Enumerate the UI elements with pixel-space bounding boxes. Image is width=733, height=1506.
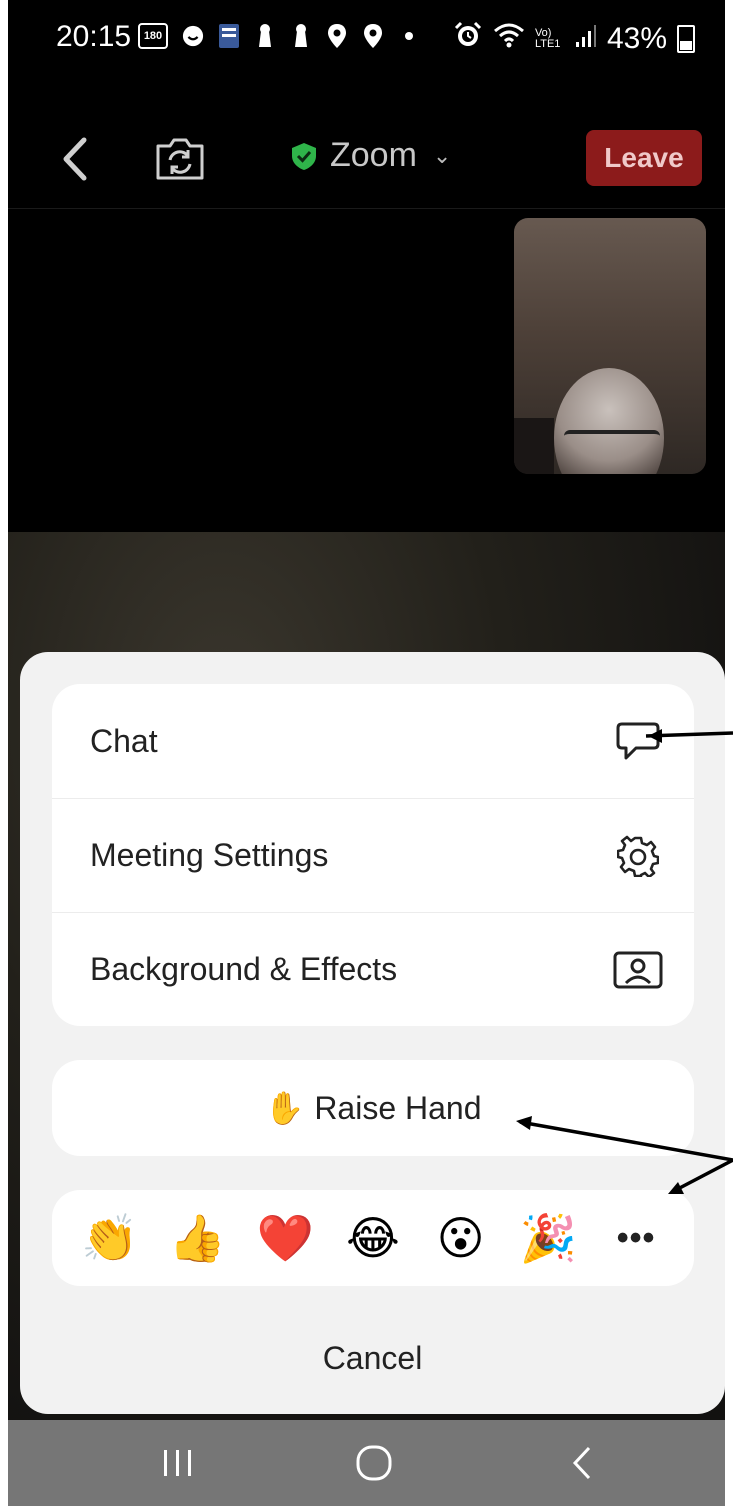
badge-180-icon: 180	[138, 23, 168, 49]
menu-card: Chat Meeting Settings Background & Effec…	[52, 684, 694, 1026]
menu-item-chat[interactable]: Chat	[52, 684, 694, 798]
leave-button[interactable]: Leave	[586, 130, 702, 186]
top-bar-divider	[8, 208, 725, 209]
meeting-top-bar: Zoom ⌄ Leave	[8, 120, 725, 210]
app-notification-icon	[218, 22, 240, 50]
chevron-left-icon	[63, 137, 87, 181]
recent-apps-icon	[164, 1450, 191, 1476]
chat-bubble-icon	[612, 715, 664, 767]
battery-icon	[677, 25, 695, 53]
menu-item-background-effects[interactable]: Background & Effects	[52, 912, 694, 1026]
thumbs-up-icon[interactable]: 👍	[167, 1215, 229, 1261]
wifi-icon	[493, 21, 525, 57]
menu-item-label: Meeting Settings	[90, 837, 329, 873]
meeting-title: Zoom	[330, 136, 417, 174]
home-button[interactable]	[344, 1438, 404, 1488]
shield-check-icon	[292, 142, 316, 170]
back-button[interactable]	[56, 134, 96, 184]
tears-of-joy-icon[interactable]: 😂	[342, 1215, 404, 1261]
notification-icons: 180	[138, 22, 420, 50]
chevron-down-icon: ⌄	[432, 142, 452, 168]
system-nav-bar	[8, 1420, 725, 1506]
portrait-frame-icon	[612, 944, 664, 996]
more-options-sheet: Chat Meeting Settings Background & Effec…	[20, 652, 725, 1414]
status-time: 20:15	[56, 20, 132, 53]
signal-icon	[575, 22, 597, 56]
status-bar: 20:15 180 Vo) LTE1 43%	[8, 0, 725, 78]
menu-item-label: Chat	[90, 722, 158, 759]
menu-item-label: Background & Effects	[90, 951, 398, 987]
meeting-title-dropdown[interactable]: Zoom ⌄	[290, 136, 451, 175]
menu-item-meeting-settings[interactable]: Meeting Settings	[52, 798, 694, 912]
system-back-button[interactable]	[552, 1438, 612, 1488]
location-pin-icon	[362, 22, 384, 50]
raise-hand-button[interactable]: ✋ Raise Hand	[52, 1060, 694, 1156]
status-right: Vo) LTE1 43%	[453, 20, 695, 58]
surprised-face-icon[interactable]: 😮	[430, 1215, 492, 1261]
phone-screen: 20:15 180 Vo) LTE1 43% Zoom ⌄ Leave Chat…	[8, 0, 725, 1506]
alarm-icon	[453, 20, 483, 58]
keyhole-icon	[290, 22, 312, 50]
red-heart-icon[interactable]: ❤️	[254, 1215, 316, 1261]
raise-hand-label: Raise Hand	[314, 1089, 482, 1126]
chevron-left-icon	[572, 1446, 591, 1480]
recent-apps-button[interactable]	[148, 1438, 208, 1488]
gear-icon	[612, 830, 664, 882]
more-reactions-button[interactable]: •••	[605, 1219, 667, 1258]
raised-hand-icon: ✋	[264, 1090, 305, 1126]
dot-icon	[398, 22, 420, 50]
self-video-thumbnail[interactable]	[514, 218, 706, 474]
reactions-bar: 👏 👍 ❤️ 😂 😮 🎉 •••	[52, 1190, 694, 1286]
cancel-button[interactable]: Cancel	[20, 1328, 725, 1388]
keyhole-icon	[254, 22, 276, 50]
network-label: Vo) LTE1	[534, 27, 561, 50]
clapping-hands-icon[interactable]: 👏	[79, 1215, 141, 1261]
battery-percent: 43%	[606, 22, 667, 55]
video-chair	[514, 418, 554, 474]
video-participant-glasses	[564, 430, 660, 454]
switch-camera-button[interactable]	[154, 134, 206, 182]
smiley-icon	[182, 22, 204, 50]
video-participant-head	[554, 368, 664, 474]
party-popper-icon[interactable]: 🎉	[517, 1215, 579, 1261]
location-pin-icon	[326, 22, 348, 50]
switch-camera-icon	[156, 138, 204, 180]
home-icon	[356, 1445, 392, 1481]
